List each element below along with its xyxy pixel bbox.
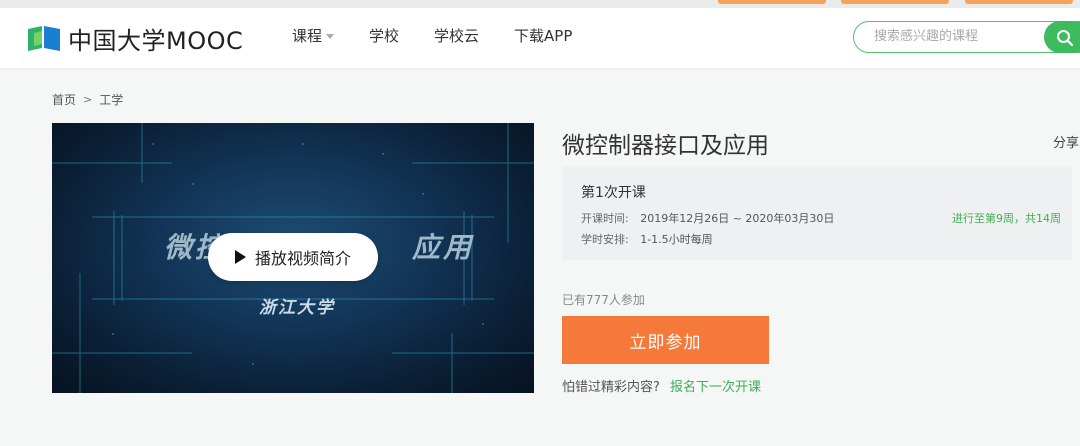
banner-tab[interactable] <box>718 0 826 4</box>
enrolled-count: 已有777人参加 <box>562 293 645 307</box>
logo-text: 中国大学MOOC <box>68 26 244 55</box>
play-intro-button[interactable]: 播放视频简介 <box>208 233 378 281</box>
course-title: 微控制器接口及应用 <box>562 133 769 159</box>
banner-tab[interactable] <box>841 0 949 4</box>
video-school-name: 浙江大学 <box>259 298 335 318</box>
nav-download-app[interactable]: 下载APP <box>514 25 572 47</box>
mooc-book-icon <box>28 26 60 51</box>
term-schedule-value: 1-1.5小时每周 <box>640 233 713 246</box>
term-title: 第1次开课 <box>581 185 646 201</box>
term-time-row: 开课时间: 2019年12月26日 ~ 2020年03月30日 <box>581 210 834 226</box>
nav-school-cloud[interactable]: 学校云 <box>434 25 479 47</box>
search-input[interactable] <box>872 28 1036 45</box>
term-progress-status: 进行至第9周，共14周 <box>952 212 1061 225</box>
breadcrumb-category[interactable]: 工学 <box>99 91 123 108</box>
search-button[interactable] <box>1044 21 1080 53</box>
search-icon <box>1057 30 1074 47</box>
term-info-box: 第1次开课 开课时间: 2019年12月26日 ~ 2020年03月30日 学时… <box>562 166 1072 260</box>
term-time-label: 开课时间: <box>581 212 629 225</box>
play-icon <box>234 250 246 264</box>
site-header: 中国大学MOOC 课程 学校 学校云 下载APP <box>0 8 1080 68</box>
play-intro-label: 播放视频简介 <box>254 249 351 268</box>
term-schedule-label: 学时安排: <box>581 233 629 246</box>
site-logo[interactable]: 中国大学MOOC <box>26 23 244 55</box>
breadcrumb-separator: > <box>83 93 93 106</box>
nav-courses-label: 课程 <box>292 27 323 45</box>
course-intro-video[interactable]: 微控 应用 浙江大学 播放视频简介 <box>52 123 534 393</box>
share-button[interactable]: 分享 <box>1053 132 1079 151</box>
top-banner-strip <box>0 0 1080 8</box>
main-nav: 课程 学校 学校云 下载APP <box>292 25 607 47</box>
nav-download-app-label: 下载APP <box>514 27 573 45</box>
join-now-button[interactable]: 立即参加 <box>562 316 769 364</box>
breadcrumb: 首页 > 工学 <box>52 91 123 108</box>
nav-schools[interactable]: 学校 <box>369 25 399 47</box>
term-schedule-row: 学时安排: 1-1.5小时每周 <box>581 231 713 247</box>
next-term-prompt: 怕错过精彩内容? 报名下一次开课 <box>562 376 761 395</box>
term-time-value: 2019年12月26日 ~ 2020年03月30日 <box>640 212 835 225</box>
next-term-signup-link[interactable]: 报名下一次开课 <box>670 380 761 395</box>
nav-courses[interactable]: 课程 <box>292 25 335 47</box>
miss-text: 怕错过精彩内容? <box>562 380 660 395</box>
nav-schools-label: 学校 <box>369 27 400 45</box>
breadcrumb-home[interactable]: 首页 <box>52 91 76 108</box>
banner-tab[interactable] <box>965 0 1073 4</box>
video-title-right: 应用 <box>412 231 475 264</box>
nav-school-cloud-label: 学校云 <box>434 27 480 45</box>
search-box <box>853 21 1080 53</box>
chevron-down-icon <box>326 33 335 39</box>
